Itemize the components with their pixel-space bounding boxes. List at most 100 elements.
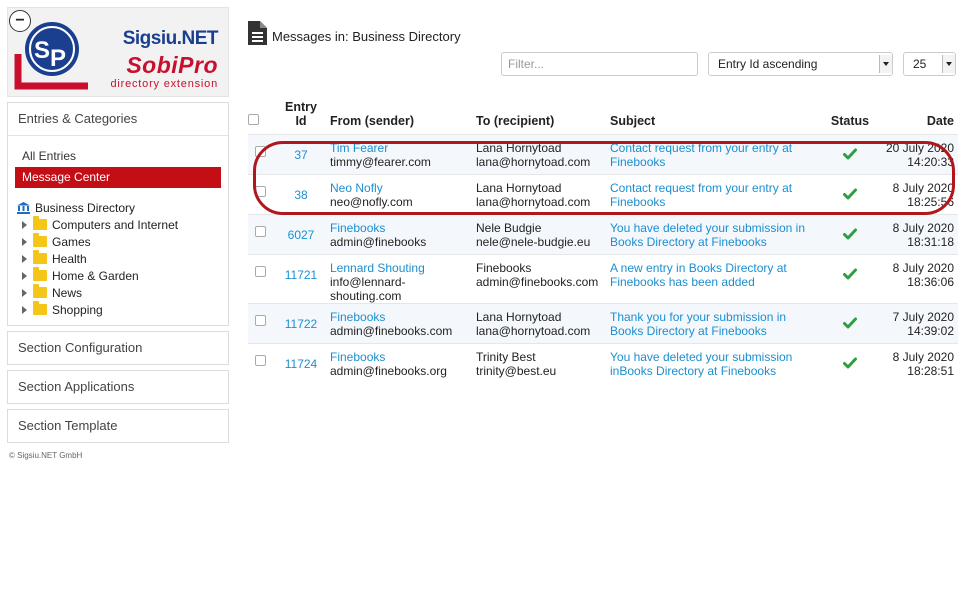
subject-link[interactable]: You have deleted your submission inBooks …	[610, 350, 792, 378]
entry-id-link[interactable]: 11722	[272, 310, 330, 331]
row-checkbox[interactable]	[254, 226, 266, 237]
checkmark-icon	[843, 228, 857, 243]
subject-cell: A new entry in Books Directory at Fineboo…	[610, 255, 822, 304]
nav-all-entries[interactable]: All Entries	[15, 146, 221, 167]
row-checkbox[interactable]	[254, 315, 266, 326]
subject-link[interactable]: A new entry in Books Directory at Fineboo…	[610, 261, 787, 289]
subject-cell: Contact request from your entry at Finebo…	[610, 135, 822, 175]
to-cell: Lana Hornytoad lana@hornytoad.com	[476, 135, 610, 175]
document-icon	[248, 21, 267, 45]
section-configuration-header[interactable]: Section Configuration	[8, 332, 228, 364]
table-row: 6027 Finebooks admin@finebooks Nele Budgie n…	[248, 214, 958, 255]
time-text: 18:28:51	[907, 364, 954, 378]
entry-id-cell: 6027	[272, 215, 330, 255]
column-to: To (recipient)	[476, 114, 555, 128]
table-row: 11724 Finebooks admin@finebooks.org Trinity…	[248, 343, 958, 384]
folder-icon	[33, 267, 47, 281]
chevron-down-icon[interactable]	[942, 55, 955, 73]
category-tree: Business Directory Computers and Interne…	[15, 199, 221, 318]
page-limit-select[interactable]: 25	[903, 52, 956, 76]
status-cell	[822, 175, 878, 215]
tree-node-computers[interactable]: Computers and Internet	[15, 216, 221, 233]
sender-name-link[interactable]: Lennard Shouting	[330, 261, 425, 275]
entry-id-link[interactable]: 6027	[272, 221, 330, 242]
row-checkbox[interactable]	[254, 146, 266, 157]
sender-name-link[interactable]: Finebooks	[330, 350, 385, 364]
expand-caret-icon[interactable]	[22, 288, 27, 297]
sort-order-select[interactable]: Entry Id ascending	[708, 52, 893, 76]
tree-root-label: Business Directory	[35, 200, 136, 215]
time-text: 18:31:18	[907, 235, 954, 249]
subject-link[interactable]: Thank you for your submission in Books Di…	[610, 310, 786, 338]
tree-node-games[interactable]: Games	[15, 233, 221, 250]
table-header-row: Entry Id From (sender) To (recipient) Sub…	[248, 100, 958, 135]
section-template-header[interactable]: Section Template	[8, 410, 228, 442]
tree-node-label: Shopping	[52, 302, 103, 317]
row-checkbox[interactable]	[254, 186, 266, 197]
column-entry-id[interactable]: Entry Id	[272, 100, 330, 135]
tree-root-business-directory[interactable]: Business Directory	[15, 199, 221, 216]
section-applications-panel: Section Applications	[7, 370, 229, 404]
section-configuration-panel: Section Configuration	[7, 331, 229, 365]
column-from: From (sender)	[330, 114, 415, 128]
logo-product-text: SobiPro	[126, 52, 218, 78]
time-text: 14:39:02	[907, 324, 954, 338]
time-text: 14:20:33	[907, 155, 954, 169]
subject-cell: Thank you for your submission in Books Di…	[610, 304, 822, 344]
messages-table: Entry Id From (sender) To (recipient) Sub…	[248, 100, 958, 384]
sender-name-link[interactable]: Finebooks	[330, 221, 385, 235]
row-checkbox[interactable]	[254, 355, 266, 366]
sender-name-link[interactable]: Neo Nofly	[330, 181, 383, 195]
entry-id-link[interactable]: 11724	[272, 350, 330, 371]
entry-id-cell: 38	[272, 175, 330, 215]
expand-caret-icon[interactable]	[22, 305, 27, 314]
row-select-cell	[248, 344, 272, 384]
entries-categories-header[interactable]: Entries & Categories	[8, 103, 228, 135]
tree-node-health[interactable]: Health	[15, 250, 221, 267]
nav-message-center[interactable]: Message Center	[15, 167, 221, 188]
subject-link[interactable]: You have deleted your submission in Books…	[610, 221, 805, 249]
row-checkbox[interactable]	[254, 266, 266, 277]
to-cell: Lana Hornytoad lana@hornytoad.com	[476, 304, 610, 344]
select-all-checkbox[interactable]	[248, 114, 259, 125]
entry-id-link[interactable]: 37	[272, 141, 330, 162]
subject-cell: You have deleted your submission in Books…	[610, 215, 822, 255]
recipient-name: Trinity Best	[476, 350, 536, 364]
tree-node-home-garden[interactable]: Home & Garden	[15, 267, 221, 284]
subject-link[interactable]: Contact request from your entry at Finebo…	[610, 181, 792, 209]
from-cell: Tim Fearer timmy@fearer.com	[330, 135, 476, 175]
entry-id-link[interactable]: 11721	[272, 261, 330, 282]
time-text: 18:36:06	[907, 275, 954, 289]
entry-id-link[interactable]: 38	[272, 181, 330, 202]
column-status: Status	[830, 114, 870, 128]
entry-id-cell: 11724	[272, 344, 330, 384]
date-text: 8 July 2020	[892, 261, 954, 275]
tree-node-shopping[interactable]: Shopping	[15, 301, 221, 318]
sender-email: timmy@fearer.com	[330, 155, 431, 169]
recipient-email: lana@hornytoad.com	[476, 324, 591, 338]
expand-caret-icon[interactable]	[22, 237, 27, 246]
section-applications-header[interactable]: Section Applications	[8, 371, 228, 403]
folder-icon	[33, 250, 47, 264]
svg-text:P: P	[50, 45, 66, 72]
subject-link[interactable]: Contact request from your entry at Finebo…	[610, 141, 792, 169]
expand-caret-icon[interactable]	[22, 220, 27, 229]
expand-caret-icon[interactable]	[22, 254, 27, 263]
filter-input[interactable]	[501, 52, 698, 76]
sender-name-link[interactable]: Finebooks	[330, 310, 385, 324]
sidebar: − S P Sigsiu.NET SobiPro directory exten…	[7, 7, 229, 460]
sort-order-value: Entry Id ascending	[718, 57, 818, 71]
expand-caret-icon[interactable]	[22, 271, 27, 280]
recipient-name: Finebooks	[476, 261, 532, 275]
sender-name-link[interactable]: Tim Fearer	[330, 141, 388, 155]
bank-icon	[17, 201, 30, 214]
to-cell: Trinity Best trinity@best.eu	[476, 344, 610, 384]
date-text: 7 July 2020	[892, 310, 954, 324]
copyright-text: © Sigsiu.NET GmbH	[9, 451, 83, 460]
date-cell: 7 July 2020 14:39:02	[878, 304, 958, 344]
recipient-name: Nele Budgie	[476, 221, 542, 235]
chevron-down-icon[interactable]	[879, 55, 892, 73]
logo-panel: − S P Sigsiu.NET SobiPro directory exten…	[7, 7, 229, 97]
tree-node-news[interactable]: News	[15, 284, 221, 301]
to-cell: Nele Budgie nele@nele-budgie.eu	[476, 215, 610, 255]
